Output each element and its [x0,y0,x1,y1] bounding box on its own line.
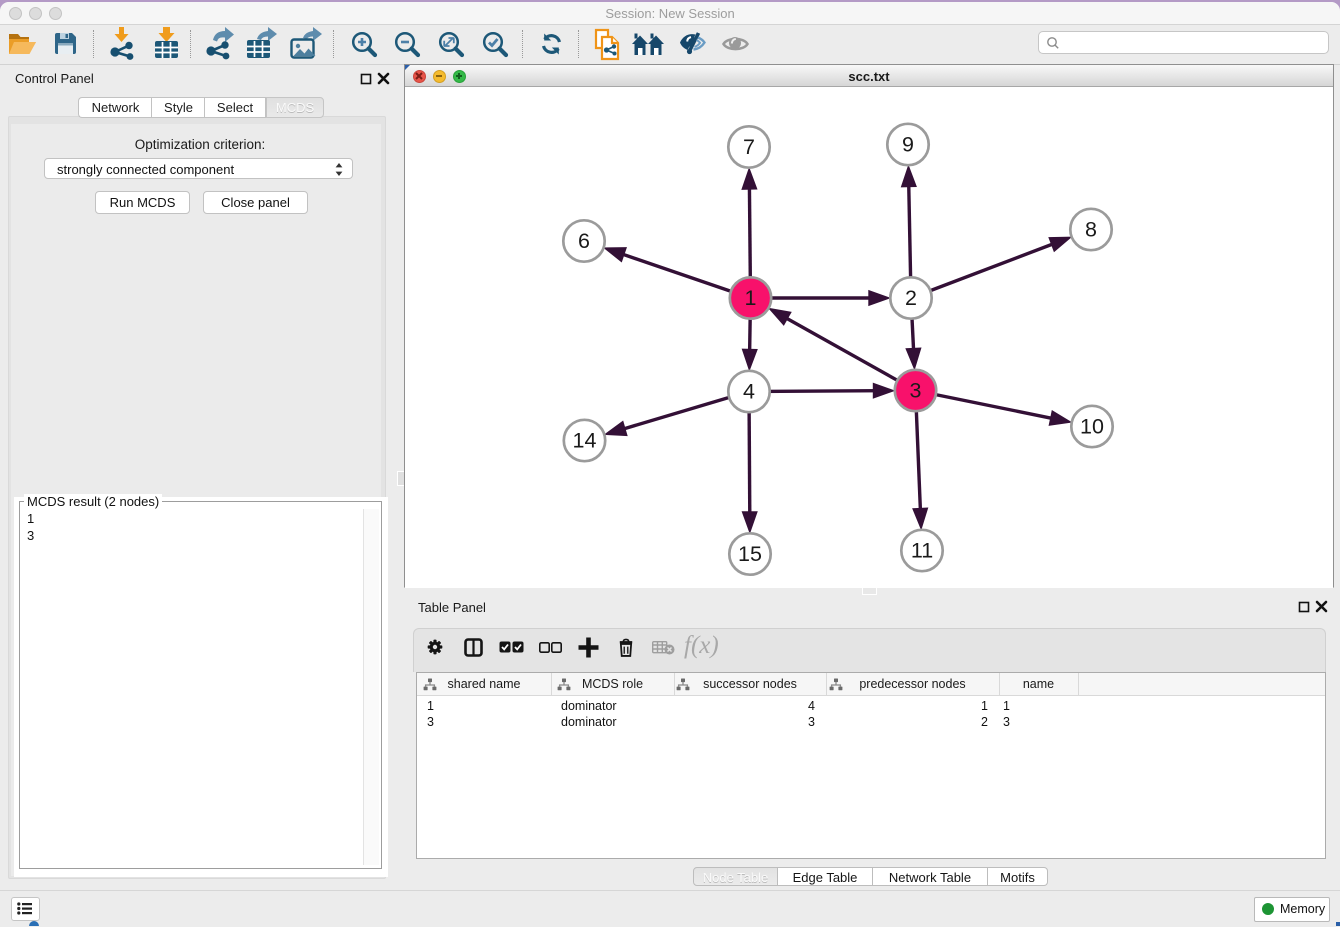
svg-text:15: 15 [738,542,762,566]
svg-text:9: 9 [902,133,914,157]
svg-text:3: 3 [910,379,922,403]
svg-text:2: 2 [905,286,917,310]
svg-text:4: 4 [743,380,755,404]
svg-text:10: 10 [1080,415,1104,439]
svg-text:14: 14 [573,429,597,453]
svg-text:11: 11 [911,539,933,563]
svg-text:1: 1 [745,286,757,310]
svg-text:8: 8 [1085,218,1097,242]
svg-text:6: 6 [578,229,590,253]
svg-text:7: 7 [743,135,755,159]
